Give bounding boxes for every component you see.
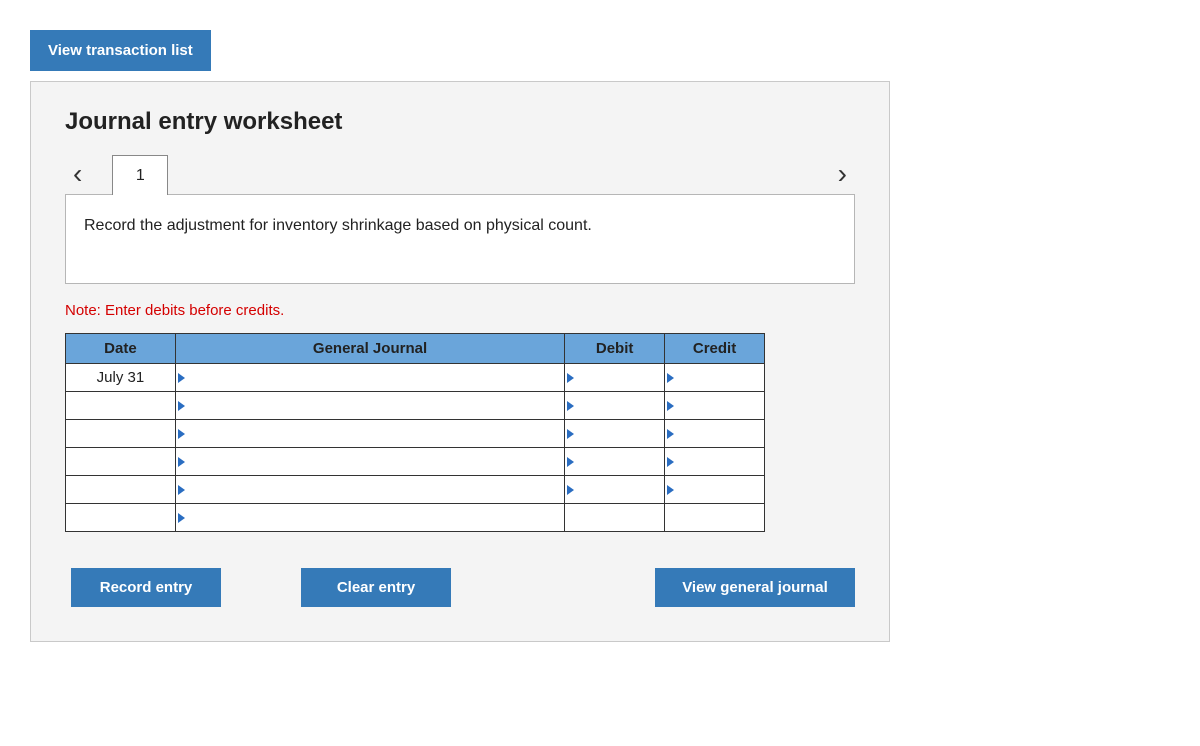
debit-cell[interactable] [565,448,665,476]
chevron-left-icon[interactable]: ‹ [65,160,90,188]
header-date: Date [66,334,176,364]
table-row [66,448,765,476]
credit-cell[interactable] [665,420,765,448]
credit-cell[interactable] [665,476,765,504]
view-transaction-list-button[interactable]: View transaction list [30,30,211,71]
debit-cell[interactable] [565,392,665,420]
instruction-box: Record the adjustment for inventory shri… [65,194,855,284]
date-cell[interactable] [66,476,176,504]
header-debit: Debit [565,334,665,364]
header-credit: Credit [665,334,765,364]
table-row [66,392,765,420]
dropdown-icon [567,457,574,467]
debit-cell[interactable] [565,364,665,392]
dropdown-icon [178,373,185,383]
dropdown-icon [178,457,185,467]
table-row [66,504,765,532]
dropdown-icon [667,373,674,383]
date-cell[interactable]: July 31 [66,364,176,392]
journal-table: Date General Journal Debit Credit July 3… [65,333,765,532]
dropdown-icon [567,485,574,495]
gj-cell[interactable] [175,504,564,532]
chevron-right-icon[interactable]: › [830,160,855,188]
date-cell[interactable] [66,448,176,476]
debit-cell[interactable] [565,420,665,448]
date-cell[interactable] [66,504,176,532]
dropdown-icon [178,485,185,495]
debit-cell[interactable] [565,476,665,504]
dropdown-icon [667,485,674,495]
gj-cell[interactable] [175,448,564,476]
dropdown-icon [667,401,674,411]
gj-cell[interactable] [175,392,564,420]
dropdown-icon [178,429,185,439]
journal-entry-panel: Journal entry worksheet ‹ 1 › Record the… [30,81,890,642]
dropdown-icon [667,457,674,467]
dropdown-icon [178,513,185,523]
date-cell[interactable] [66,392,176,420]
credit-cell[interactable] [665,504,765,532]
gj-cell[interactable] [175,364,564,392]
credit-cell[interactable] [665,364,765,392]
date-cell[interactable] [66,420,176,448]
note-text: Note: Enter debits before credits. [65,302,855,319]
table-row [66,420,765,448]
credit-cell[interactable] [665,392,765,420]
view-general-journal-button[interactable]: View general journal [655,568,855,607]
table-row: July 31 [66,364,765,392]
gj-cell[interactable] [175,420,564,448]
dropdown-icon [178,401,185,411]
panel-title: Journal entry worksheet [65,108,855,136]
entry-tab-1[interactable]: 1 [112,155,168,195]
dropdown-icon [567,429,574,439]
dropdown-icon [567,401,574,411]
gj-cell[interactable] [175,476,564,504]
clear-entry-button[interactable]: Clear entry [301,568,451,607]
credit-cell[interactable] [665,448,765,476]
debit-cell[interactable] [565,504,665,532]
header-general-journal: General Journal [175,334,564,364]
dropdown-icon [667,429,674,439]
dropdown-icon [567,373,574,383]
table-row [66,476,765,504]
record-entry-button[interactable]: Record entry [71,568,221,607]
